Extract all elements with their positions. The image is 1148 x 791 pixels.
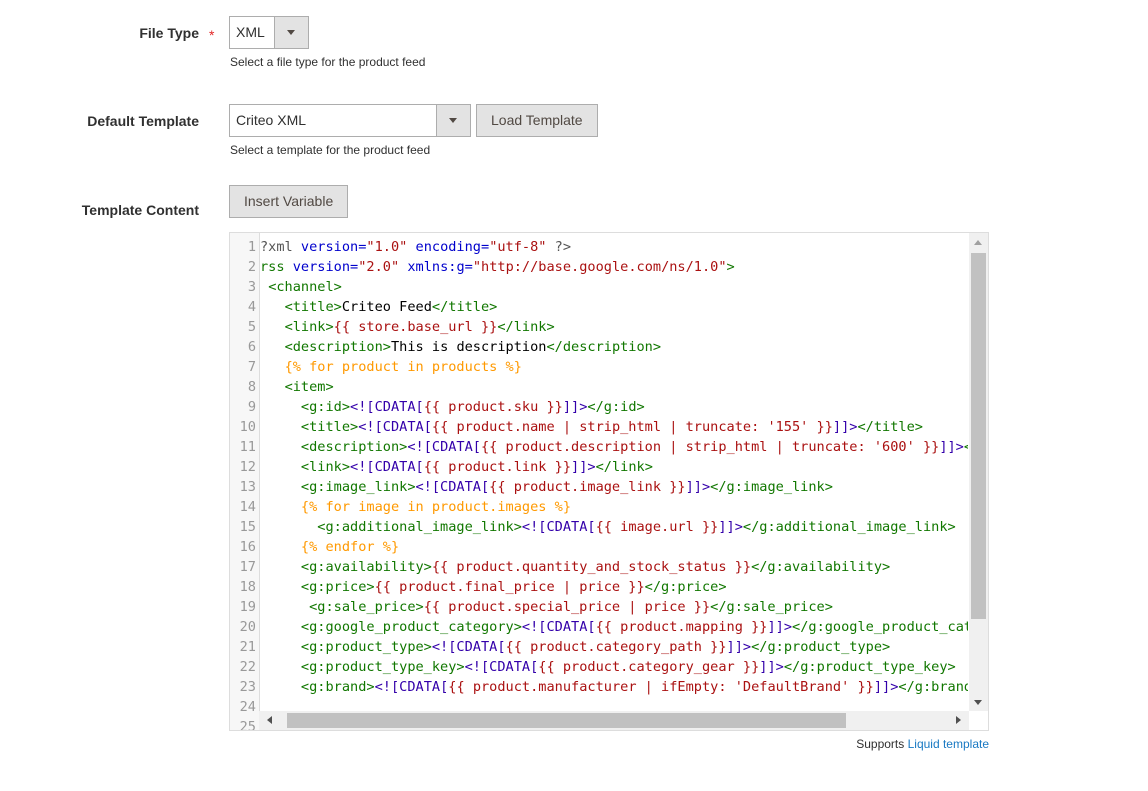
line-number: 20 [239,619,256,635]
file-type-select[interactable]: XML [229,16,309,49]
line-number: 10 [239,419,256,435]
default-template-select[interactable]: Criteo XML [229,104,471,137]
line-number: 8 [247,379,256,395]
load-template-button[interactable]: Load Template [476,104,598,137]
code-line: <g:additional_image_link><![CDATA[{{ ima… [317,519,956,535]
code-line: <rss version="2.0" xmlns:g="http://base.… [260,259,735,275]
liquid-template-link[interactable]: Liquid template [908,737,989,751]
line-number: 6 [247,339,256,355]
line-number: 5 [247,319,256,335]
line-number: 9 [247,399,256,415]
file-type-value: XML [236,24,265,40]
code-line: <g:product_type_key><![CDATA[{{ product.… [300,659,956,675]
line-number: 25 [239,719,256,731]
line-number: 21 [239,639,256,655]
scroll-right-icon[interactable] [956,716,961,724]
template-content-label: Template Content [81,202,199,218]
line-number: 4 [247,299,256,315]
code-line: <g:sale_price>{{ product.special_price |… [309,599,833,615]
default-template-note: Select a template for the product feed [230,143,431,157]
line-number: 16 [239,539,256,555]
code-line: <?xml version="1.0" encoding="utf-8" ?> [260,239,572,255]
code-line: <description>This is description</descri… [284,339,662,355]
line-number: 11 [239,439,256,455]
code-line: <g:product_type><![CDATA[{{ product.cate… [300,639,891,655]
line-number: 22 [239,659,256,675]
code-line: {% for image in product.images %} [300,499,571,515]
scroll-down-icon[interactable] [974,700,982,705]
code-line: {% endfor %} [300,539,400,555]
code-area[interactable]: <?xml version="1.0" encoding="utf-8" ?> <… [260,237,968,710]
line-number: 2 [247,259,256,275]
code-line: <g:id><![CDATA[{{ product.sku }}]]></g:i… [300,399,645,415]
default-template-value: Criteo XML [236,112,307,128]
code-line: <g:price>{{ product.final_price | price … [300,579,727,595]
code-line: <item> [284,379,334,395]
insert-variable-button[interactable]: Insert Variable [229,185,349,218]
horizontal-scrollbar[interactable] [259,711,969,730]
line-number: 23 [239,679,256,695]
vertical-scrollbar[interactable] [969,233,988,711]
code-line: {% for product in products %} [284,359,522,375]
code-line: <g:availability>{{ product.quantity_and_… [300,559,891,575]
code-line: <link><![CDATA[{{ product.link }}]]></li… [300,459,653,475]
line-number-gutter: 1 2 3 4 5 6 7 8 9 10 11 12 13 14 15 16 17 18 19 20 21 22 23 24 2… [230,233,260,730]
file-type-note: Select a file type for the product feed [230,55,426,69]
line-number: 18 [239,579,256,595]
file-type-label: File Type [139,25,199,41]
code-editor[interactable]: 1 2 3 4 5 6 7 8 9 10 11 12 13 14 15 16 17 18 19 20 21 22 23 24 2… [229,232,989,731]
line-number: 19 [239,599,256,615]
code-line: <description><![CDATA[{{ product.descrip… [300,439,968,455]
horizontal-scroll-thumb[interactable] [287,713,846,728]
scroll-up-icon[interactable] [974,240,982,245]
line-number: 13 [239,479,256,495]
line-number: 7 [247,359,256,375]
scroll-left-icon[interactable] [267,716,272,724]
line-number: 14 [239,499,256,515]
support-text: Supports [856,737,905,751]
line-number: 1 [247,239,256,255]
line-number: 3 [247,279,256,295]
code-line: <g:google_product_category><![CDATA[{{ p… [300,619,968,635]
chevron-down-icon [436,105,470,136]
line-number: 17 [239,559,256,575]
code-line: <g:brand><![CDATA[{{ product.manufacture… [300,679,968,695]
line-number: 24 [239,699,256,715]
required-mark: * [209,27,215,43]
code-line: <channel> [268,279,342,295]
code-line: <link>{{ store.base_url }}</link> [284,319,555,335]
code-line: <title>Criteo Feed</title> [284,299,498,315]
support-note: Supports Liquid template [856,737,989,751]
code-line: <title><![CDATA[{{ product.name | strip_… [300,419,923,435]
chevron-down-icon [274,17,308,48]
code-line: <g:image_link><![CDATA[{{ product.image_… [300,479,833,495]
line-number: 12 [239,459,256,475]
default-template-label: Default Template [87,113,199,129]
vertical-scroll-thumb[interactable] [971,253,986,619]
line-number: 15 [239,519,256,535]
